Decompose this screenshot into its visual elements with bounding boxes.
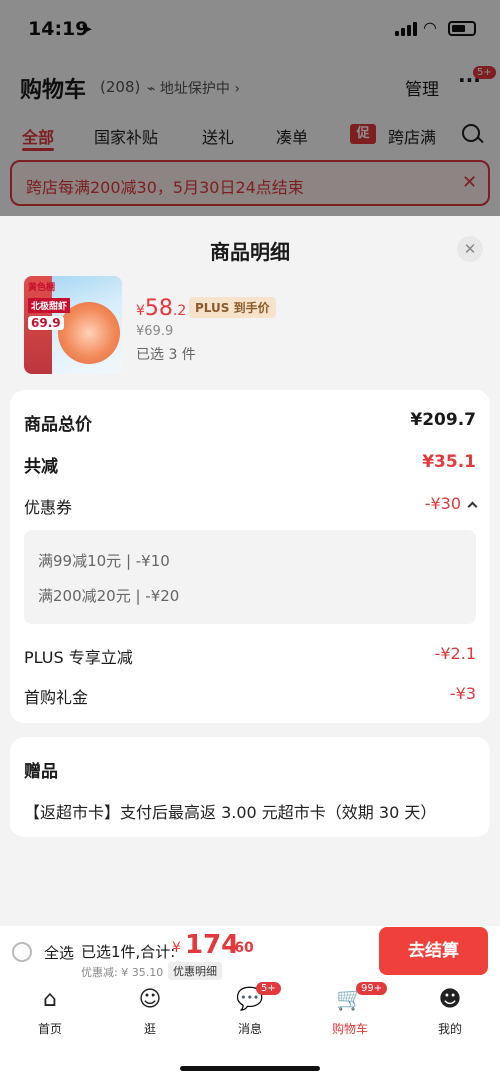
image-title: 北极甜虾 — [28, 298, 71, 313]
checkout-button[interactable]: 去结算 — [379, 927, 488, 975]
image-price: 69.9 — [28, 316, 64, 330]
first-buy-row: 首购礼金 -¥3 — [24, 684, 476, 710]
tabbar-message[interactable]: 💬 5+ 消息 — [212, 982, 288, 1037]
overlay-mask[interactable] — [0, 0, 500, 216]
price-yen: ¥ — [136, 303, 145, 319]
plus-value: -¥2.1 — [434, 644, 476, 663]
coupon-label: 优惠券 — [24, 498, 73, 517]
tabbar-home[interactable]: ⌂ 首页 — [12, 986, 88, 1037]
sheet-close-icon[interactable]: ✕ — [457, 236, 483, 262]
total-label: 商品总价 — [24, 415, 92, 435]
total-dec: .60 — [229, 940, 254, 956]
reduce-row: 共减 ¥35.1 — [24, 452, 476, 478]
tabbar-label: 首页 — [37, 1022, 62, 1036]
profile-icon: ☻ — [438, 987, 462, 1012]
tabbar-profile[interactable]: ☻ 我的 — [412, 986, 488, 1037]
total-yen: ¥ — [172, 940, 181, 956]
stroll-icon: ☺ — [138, 987, 162, 1012]
image-brand: 黄色棚 — [28, 283, 56, 293]
coupon-row[interactable]: 优惠券 -¥30 — [24, 494, 478, 520]
tabbar-cart[interactable]: 🛒 99+ 购物车 — [312, 982, 388, 1037]
message-badge: 5+ — [256, 982, 281, 995]
sheet-title: 商品明细 — [210, 240, 290, 264]
price-dec: .2 — [172, 303, 187, 319]
home-indicator — [180, 1066, 320, 1071]
checkout-bar: 全选 已选1件,合计: ¥ 174 .60 优惠减: ¥ 35.10 优惠明细 … — [0, 926, 500, 982]
gift-text: 【返超市卡】支付后最高返 3.00 元超市卡（效期 30 天） — [24, 803, 437, 822]
reduce-label: 共减 — [24, 457, 58, 477]
detail-sheet: 商品明细 ✕ 黄色棚 北极甜虾 69.9 ¥58.2 PLUS 到手价 ¥69.… — [0, 216, 500, 926]
tabbar-label: 消息 — [237, 1022, 262, 1036]
price-summary-card: 商品总价 ¥209.7 共减 ¥35.1 优惠券 -¥30 满99减10元 | … — [10, 390, 490, 723]
tabbar-label: 我的 — [437, 1022, 462, 1036]
select-all-radio[interactable] — [12, 942, 32, 962]
selected-summary: 已选1件,合计: — [81, 943, 176, 961]
first-buy-value: -¥3 — [449, 684, 476, 703]
plus-price-tag: PLUS 到手价 — [189, 297, 276, 318]
sheet-header: 商品明细 ✕ 黄色棚 北极甜虾 69.9 ¥58.2 PLUS 到手价 ¥69.… — [0, 216, 500, 384]
gift-card: 赠品 【返超市卡】支付后最高返 3.00 元超市卡（效期 30 天） — [10, 737, 490, 837]
original-price: ¥69.9 — [136, 324, 174, 339]
chevron-up-icon[interactable] — [467, 501, 478, 512]
coupon-detail-box: 满99减10元 | -¥10 满200减20元 | -¥20 — [24, 530, 476, 624]
product-price: ¥58.2 — [136, 296, 186, 321]
product-image[interactable]: 黄色棚 北极甜虾 69.9 — [24, 276, 122, 374]
coupon-value: -¥30 — [424, 494, 461, 513]
total-value: ¥209.7 — [410, 410, 476, 430]
tabbar-stroll[interactable]: ☺ 逛 — [112, 986, 188, 1037]
selected-qty: 已选 3 件 — [136, 347, 196, 363]
plus-label: PLUS 专享立减 — [24, 648, 133, 667]
select-all-label[interactable]: 全选 — [44, 942, 74, 963]
price-int: 58 — [144, 296, 173, 321]
plus-row: PLUS 专享立减 -¥2.1 — [24, 644, 476, 670]
first-buy-label: 首购礼金 — [24, 688, 89, 707]
tabbar-label: 购物车 — [331, 1022, 368, 1036]
gift-title: 赠品 — [24, 762, 58, 782]
home-icon: ⌂ — [43, 987, 57, 1012]
discount-detail-button[interactable]: 优惠明细 — [168, 962, 222, 980]
total-row: 商品总价 ¥209.7 — [24, 410, 476, 436]
bottom-tabbar: ⌂ 首页 ☺ 逛 💬 5+ 消息 🛒 99+ 购物车 ☻ 我的 — [0, 982, 500, 1082]
discount-text: 优惠减: ¥ 35.10 — [81, 966, 164, 979]
tabbar-label: 逛 — [143, 1022, 156, 1036]
cart-badge: 99+ — [356, 982, 388, 995]
coupon-line: 满200减20元 | -¥20 — [38, 587, 180, 605]
coupon-line: 满99减10元 | -¥10 — [38, 552, 170, 570]
reduce-value: ¥35.1 — [422, 452, 476, 472]
